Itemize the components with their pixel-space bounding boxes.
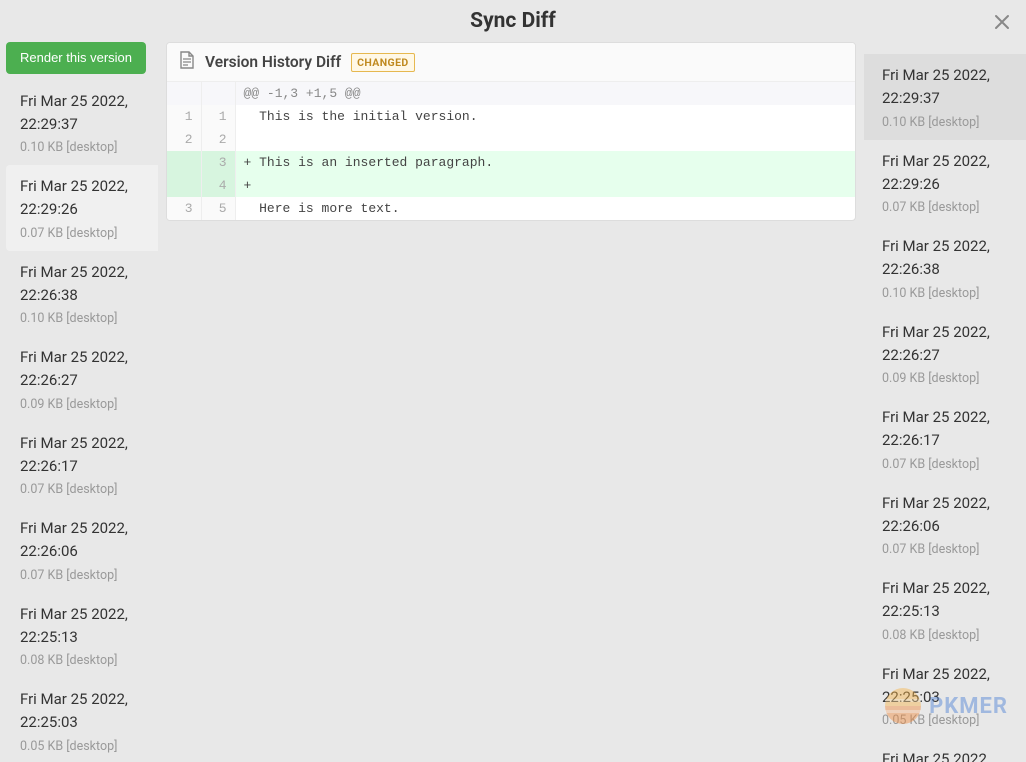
right-version-item[interactable]: Fri Mar 25 2022, 22:25:13 0.08 KB [deskto… <box>864 567 1026 653</box>
version-meta: 0.07 KB [desktop] <box>882 200 1014 215</box>
version-timestamp: Fri Mar 25 2022, 22:26:38 <box>20 261 146 308</box>
version-timestamp: Fri Mar 25 2022, 22:29:37 <box>20 90 146 137</box>
left-version-item[interactable]: Fri Mar 25 2022, 22:25:13 0.08 KB [deskto… <box>6 593 158 679</box>
titlebar: Sync Diff <box>0 0 1026 42</box>
diff-line: 11 This is the initial version. <box>167 105 855 128</box>
right-version-item[interactable]: Fri Mar 25 2022, 22:26:06 0.07 KB [deskto… <box>864 482 1026 568</box>
left-version-list[interactable]: Render this version Fri Mar 25 2022, 22:… <box>0 42 158 762</box>
diff-code: + This is an inserted paragraph. <box>235 151 855 174</box>
version-timestamp: Fri Mar 25 2022, 22:26:17 <box>882 406 1014 453</box>
version-timestamp: Fri Mar 25 2022, 22:29:37 <box>882 64 1014 111</box>
version-timestamp: Fri Mar 25 2022, 22:29:26 <box>20 175 146 222</box>
window-title: Sync Diff <box>470 9 556 33</box>
diff-code <box>235 128 855 151</box>
right-version-item[interactable]: Fri Mar 25 2022, 22:26:17 0.07 KB [deskto… <box>864 396 1026 482</box>
old-line-number: 1 <box>167 105 201 128</box>
new-line-number: 3 <box>201 151 235 174</box>
version-meta: 0.10 KB [desktop] <box>882 286 1014 301</box>
version-timestamp: Fri Mar 25 2022, 22:25:13 <box>20 603 146 650</box>
old-line-number: 3 <box>167 197 201 220</box>
old-line-number <box>167 174 201 197</box>
left-version-item[interactable]: Fri Mar 25 2022, 22:26:27 0.09 KB [deskto… <box>6 336 158 422</box>
old-line-number <box>167 82 201 105</box>
left-version-item[interactable]: Fri Mar 25 2022, 22:26:17 0.07 KB [deskto… <box>6 422 158 508</box>
right-version-item[interactable]: Fri Mar 25 2022, 22:26:38 0.10 KB [deskto… <box>864 225 1026 311</box>
version-timestamp: Fri Mar 25 2022, <box>882 748 1014 762</box>
new-line-number: 2 <box>201 128 235 151</box>
version-timestamp: Fri Mar 25 2022, 22:25:03 <box>882 663 1014 710</box>
right-version-item[interactable]: Fri Mar 25 2022, 22:29:26 0.07 KB [deskto… <box>864 140 1026 226</box>
version-timestamp: Fri Mar 25 2022, 22:26:17 <box>20 432 146 479</box>
left-version-item[interactable]: Fri Mar 25 2022, 22:29:37 0.10 KB [deskto… <box>6 80 158 166</box>
version-timestamp: Fri Mar 25 2022, 22:26:27 <box>882 321 1014 368</box>
version-timestamp: Fri Mar 25 2022, 22:26:06 <box>882 492 1014 539</box>
diff-code: @@ -1,3 +1,5 @@ <box>235 82 855 105</box>
version-meta: 0.10 KB [desktop] <box>20 311 146 326</box>
version-meta: 0.05 KB [desktop] <box>882 713 1014 728</box>
changed-badge: CHANGED <box>351 53 415 72</box>
version-timestamp: Fri Mar 25 2022, 22:29:26 <box>882 150 1014 197</box>
new-line-number: 1 <box>201 105 235 128</box>
diff-panel: Version History Diff CHANGED @@ -1,3 +1,… <box>158 42 864 762</box>
right-version-item[interactable]: Fri Mar 25 2022, 22:29:37 0.10 KB [deskto… <box>864 54 1026 140</box>
version-meta: 0.07 KB [desktop] <box>20 482 146 497</box>
new-line-number: 4 <box>201 174 235 197</box>
version-meta: 0.09 KB [desktop] <box>20 397 146 412</box>
right-version-item[interactable]: Fri Mar 25 2022, <box>864 738 1026 762</box>
diff-box: Version History Diff CHANGED @@ -1,3 +1,… <box>166 42 856 221</box>
body: Render this version Fri Mar 25 2022, 22:… <box>0 42 1026 762</box>
version-meta: 0.07 KB [desktop] <box>20 226 146 241</box>
version-meta: 0.10 KB [desktop] <box>882 115 1014 130</box>
diff-line: 4+ <box>167 174 855 197</box>
diff-line: 3+ This is an inserted paragraph. <box>167 151 855 174</box>
file-icon <box>179 51 195 73</box>
version-timestamp: Fri Mar 25 2022, 22:26:38 <box>882 235 1014 282</box>
diff-title: Version History Diff <box>205 53 341 71</box>
version-meta: 0.08 KB [desktop] <box>20 653 146 668</box>
version-meta: 0.05 KB [desktop] <box>20 739 146 754</box>
diff-header: Version History Diff CHANGED <box>167 43 855 82</box>
version-meta: 0.07 KB [desktop] <box>20 568 146 583</box>
left-version-item[interactable]: Fri Mar 25 2022, 22:25:03 0.05 KB [deskto… <box>6 678 158 762</box>
right-version-item[interactable]: Fri Mar 25 2022, 22:25:03 0.05 KB [deskto… <box>864 653 1026 739</box>
version-meta: 0.10 KB [desktop] <box>20 140 146 155</box>
diff-line: 35 Here is more text. <box>167 197 855 220</box>
new-line-number: 5 <box>201 197 235 220</box>
version-meta: 0.07 KB [desktop] <box>882 542 1014 557</box>
version-timestamp: Fri Mar 25 2022, 22:25:03 <box>20 688 146 735</box>
diff-line: 22 <box>167 128 855 151</box>
close-button[interactable] <box>988 8 1016 36</box>
version-meta: 0.08 KB [desktop] <box>882 628 1014 643</box>
diff-line: @@ -1,3 +1,5 @@ <box>167 82 855 105</box>
diff-table: @@ -1,3 +1,5 @@11 This is the initial ve… <box>167 82 855 220</box>
left-version-item[interactable]: Fri Mar 25 2022, 22:26:38 0.10 KB [deskto… <box>6 251 158 337</box>
version-meta: 0.07 KB [desktop] <box>882 457 1014 472</box>
diff-code: + <box>235 174 855 197</box>
render-version-button[interactable]: Render this version <box>6 42 146 74</box>
version-meta: 0.09 KB [desktop] <box>882 371 1014 386</box>
new-line-number <box>201 82 235 105</box>
diff-code: This is the initial version. <box>235 105 855 128</box>
sync-diff-window: Sync Diff Render this version Fri Mar 25… <box>0 0 1026 762</box>
version-timestamp: Fri Mar 25 2022, 22:26:06 <box>20 517 146 564</box>
left-version-item[interactable]: Fri Mar 25 2022, 22:29:26 0.07 KB [deskto… <box>6 165 158 251</box>
left-version-item[interactable]: Fri Mar 25 2022, 22:26:06 0.07 KB [deskto… <box>6 507 158 593</box>
right-version-item[interactable]: Fri Mar 25 2022, 22:26:27 0.09 KB [deskto… <box>864 311 1026 397</box>
old-line-number <box>167 151 201 174</box>
right-version-list[interactable]: Fri Mar 25 2022, 22:29:37 0.10 KB [deskto… <box>864 42 1026 762</box>
close-icon <box>993 13 1011 31</box>
version-timestamp: Fri Mar 25 2022, 22:25:13 <box>882 577 1014 624</box>
version-timestamp: Fri Mar 25 2022, 22:26:27 <box>20 346 146 393</box>
diff-code: Here is more text. <box>235 197 855 220</box>
old-line-number: 2 <box>167 128 201 151</box>
